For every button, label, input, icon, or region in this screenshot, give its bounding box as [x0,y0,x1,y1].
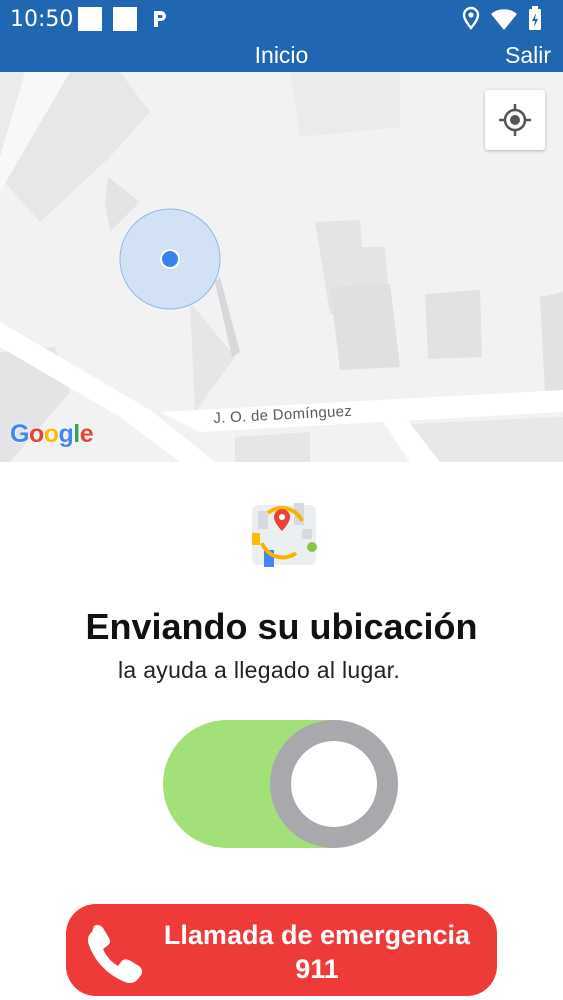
google-logo: Google [10,420,94,448]
notification-icon [78,7,102,31]
app-header: 10:50 Inicio Salir [0,0,563,72]
battery-charging-icon [529,6,541,30]
exit-button[interactable]: Salir [505,42,551,69]
status-time: 10:50 [10,7,74,32]
page-title: Inicio [254,42,309,68]
map-tiles [0,72,563,462]
current-location-dot [162,251,178,267]
emergency-call-label: Llamada de emergencia 911 [163,920,471,984]
status-subtitle: la ayuda a llegado al lugar. [118,657,401,683]
toggle-knob[interactable] [270,720,398,848]
phone-icon [88,924,143,983]
emergency-call-button[interactable]: Llamada de emergencia 911 [66,904,497,996]
parking-icon [154,11,166,27]
location-sharing-illustration [252,503,317,567]
map-view[interactable]: J. O. de Domínguez Google [0,72,563,462]
status-bar: 10:50 [0,0,563,38]
location-pin-icon [462,6,480,30]
my-location-button[interactable] [485,90,545,150]
notification-icon [113,7,137,31]
status-icons [462,6,541,30]
wifi-icon [491,9,517,30]
status-title: Enviando su ubicación [85,606,478,647]
location-sharing-toggle[interactable] [163,720,398,848]
my-location-icon [499,104,531,136]
